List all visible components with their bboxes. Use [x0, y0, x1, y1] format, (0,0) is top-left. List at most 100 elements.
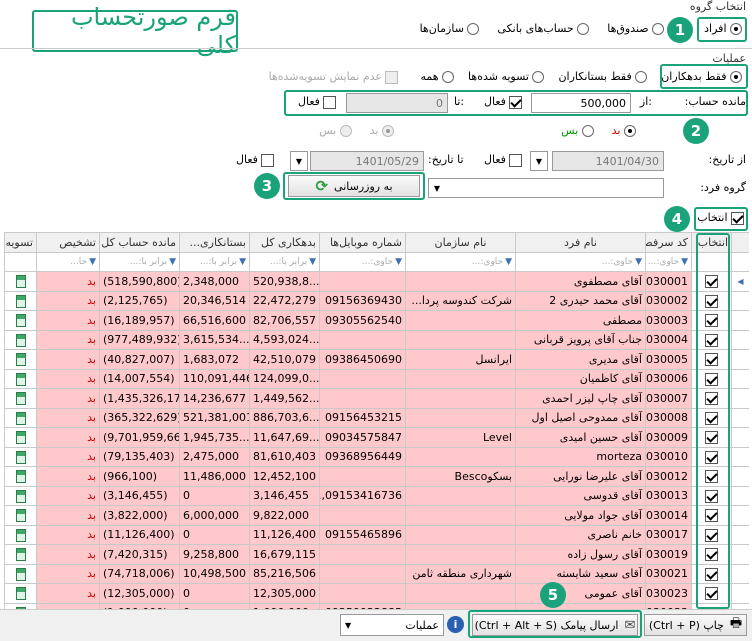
- calculator-icon[interactable]: [15, 509, 26, 522]
- settle-cell[interactable]: [4, 290, 37, 311]
- settle-cell[interactable]: [4, 388, 37, 409]
- option-only-creditors[interactable]: فقط بستانکاران: [558, 70, 648, 84]
- calculator-icon[interactable]: [15, 489, 26, 503]
- date-active2[interactable]: فعال: [236, 153, 275, 167]
- settle-cell[interactable]: [4, 505, 37, 526]
- date-from-input[interactable]: 1401/04/30: [552, 151, 664, 171]
- option-settled[interactable]: تسویه شده‌ها: [468, 70, 545, 84]
- option-persons[interactable]: افراد: [704, 22, 742, 35]
- calculator-icon[interactable]: [15, 470, 26, 483]
- table-row[interactable]: 1030008آقای ممدوحی اصیل اول 0915645321588…: [4, 407, 749, 428]
- cell-organization: [405, 271, 516, 292]
- settle-cell[interactable]: [4, 583, 37, 604]
- table-row[interactable]: 1030013آقای قدوسی 09153416736,...3,146,45…: [4, 485, 749, 506]
- table-row[interactable]: 1030007آقای چاپ لیزر احمدی 1,449,562...14…: [4, 388, 749, 409]
- table-row[interactable]: 1030017خانم ناصری 0915546589611,126,4000(…: [4, 524, 749, 545]
- option-organizations[interactable]: سازمان‌ها: [420, 22, 480, 35]
- balance-active1[interactable]: فعال: [484, 95, 523, 109]
- print-button[interactable]: 🖶 چاپ (Ctrl + P): [644, 614, 747, 636]
- group-person-dropdown[interactable]: ▼: [428, 178, 446, 198]
- option-bank-accounts[interactable]: حساب‌های بانکی: [497, 22, 590, 35]
- col-total-balance[interactable]: مانده حساب کل: [99, 232, 180, 253]
- option-credit-2[interactable]: بس: [319, 124, 352, 137]
- settle-cell[interactable]: [4, 485, 37, 506]
- settle-cell[interactable]: [4, 271, 37, 292]
- filter-cell[interactable]: ▼حاوی:...: [645, 251, 692, 272]
- table-row[interactable]: 1030006آقای کاظمیان 124,099,0...110,091,4…: [4, 368, 749, 389]
- option-all[interactable]: همه: [420, 70, 455, 84]
- calculator-icon[interactable]: [15, 528, 26, 542]
- col-code[interactable]: کد سرفصل: [645, 232, 692, 253]
- table-row[interactable]: 1030012آقای علیرضا نوراییبسکوBesco 12,452…: [4, 466, 749, 487]
- col-diagnosis[interactable]: تشخیص: [36, 232, 100, 253]
- calculator-icon[interactable]: [15, 548, 26, 561]
- col-organization[interactable]: نام سازمان: [405, 232, 516, 253]
- calculator-icon[interactable]: [15, 411, 26, 425]
- hide-settled[interactable]: عدم نمایش تسویه‌شده‌ها: [269, 70, 399, 84]
- table-row[interactable]: 1030010morteza 0936895644981,610,4032,475…: [4, 446, 749, 467]
- settle-cell[interactable]: [4, 466, 37, 487]
- calculator-icon[interactable]: [15, 294, 26, 308]
- sms-button[interactable]: ✉ ارسال پیامک (Ctrl + Alt + S): [472, 614, 638, 636]
- table-row[interactable]: 1030002آقای محمد حیدری 2شرکت کندوسه پردا…: [4, 290, 749, 311]
- calculator-icon[interactable]: [15, 587, 26, 600]
- settle-cell[interactable]: [4, 310, 37, 331]
- settle-cell[interactable]: [4, 407, 37, 428]
- table-row[interactable]: 1030019آقای رسول زاده 16,679,1159,258,800…: [4, 544, 749, 565]
- table-row[interactable]: 1030004جناب آقای پرویز قربانی 4,593,024..…: [4, 329, 749, 350]
- info-icon[interactable]: i: [447, 616, 464, 633]
- table-row[interactable]: 1030005آقای مدیریایرانسل0938645069042,51…: [4, 349, 749, 370]
- date-to-input[interactable]: 1401/05/29: [310, 151, 424, 171]
- balance-to-input[interactable]: 0: [346, 93, 448, 113]
- balance-active2[interactable]: فعال: [298, 95, 337, 109]
- calculator-icon[interactable]: [15, 392, 26, 405]
- date-from-dropdown[interactable]: ▼: [530, 151, 548, 171]
- filter-cell[interactable]: ▼حا...: [36, 251, 100, 272]
- calculator-icon[interactable]: [15, 567, 26, 581]
- table-row[interactable]: 1030009آقای حسین امیدیLevel0903457584711…: [4, 427, 749, 448]
- settle-cell[interactable]: [4, 524, 37, 545]
- settle-cell[interactable]: [4, 544, 37, 565]
- balance-from-input[interactable]: 500,000: [531, 93, 631, 113]
- settle-cell[interactable]: [4, 349, 37, 370]
- filter-cell[interactable]: ▼برابر با:...: [99, 251, 180, 272]
- table-row[interactable]: ◀ 1030001آقای مصطفوی 520,938,8...2,348,000…: [4, 271, 749, 292]
- calculator-icon[interactable]: [15, 372, 26, 386]
- option-credit[interactable]: بس: [561, 124, 594, 137]
- calculator-icon[interactable]: [15, 275, 26, 288]
- table-row[interactable]: 1030014آقای جواد مولایی 9,822,0006,000,00…: [4, 505, 749, 526]
- update-button[interactable]: ⟳ به روزرسانی: [288, 175, 420, 197]
- col-total-debit[interactable]: بدهکاری کل: [249, 232, 320, 253]
- settle-cell[interactable]: [4, 368, 37, 389]
- option-debit-2[interactable]: بد: [370, 124, 394, 137]
- operations-select[interactable]: ▼ عملیات: [340, 614, 444, 636]
- filter-cell[interactable]: ▼حاوی:...: [515, 251, 646, 272]
- col-mobiles[interactable]: شماره موبایل‌ها: [319, 232, 406, 253]
- filter-cell[interactable]: ▼حاوی:...: [405, 251, 516, 272]
- calculator-icon[interactable]: [15, 314, 26, 327]
- option-cashboxes[interactable]: صندوق‌ها: [607, 22, 665, 35]
- table-row[interactable]: 1030021آقای سعید شایستهشهرداری منطقه ثام…: [4, 563, 749, 584]
- select-all[interactable]: انتخاب: [697, 211, 744, 225]
- col-person-name[interactable]: نام فرد: [515, 232, 646, 253]
- settle-cell[interactable]: [4, 563, 37, 584]
- settle-cell[interactable]: [4, 329, 37, 350]
- date-to-dropdown[interactable]: ▼: [290, 151, 308, 171]
- option-only-debtors[interactable]: فقط بدهکاران: [661, 70, 742, 84]
- calculator-icon[interactable]: [15, 450, 26, 464]
- col-settle[interactable]: تسویه: [4, 232, 37, 253]
- filter-cell[interactable]: ▼برابر با:...: [179, 251, 250, 272]
- calculator-icon[interactable]: [15, 353, 26, 366]
- calculator-icon[interactable]: [15, 333, 26, 347]
- date-active1[interactable]: فعال: [484, 153, 523, 167]
- settle-cell[interactable]: [4, 427, 37, 448]
- filter-cell[interactable]: ▼حاوی:...: [319, 251, 406, 272]
- option-debit[interactable]: از:بد: [612, 124, 636, 137]
- table-row[interactable]: 1030023آقای عمومی 12,305,0000(12,305,000)…: [4, 583, 749, 604]
- settle-cell[interactable]: [4, 446, 37, 467]
- calculator-icon[interactable]: [15, 431, 26, 444]
- filter-cell[interactable]: ▼برابر با:...: [249, 251, 320, 272]
- table-row[interactable]: 1030003مصطفی 0930556254082,706,55766,516,…: [4, 310, 749, 331]
- col-total-credit[interactable]: بستانکاری...: [179, 232, 250, 253]
- group-person-select[interactable]: [428, 178, 664, 198]
